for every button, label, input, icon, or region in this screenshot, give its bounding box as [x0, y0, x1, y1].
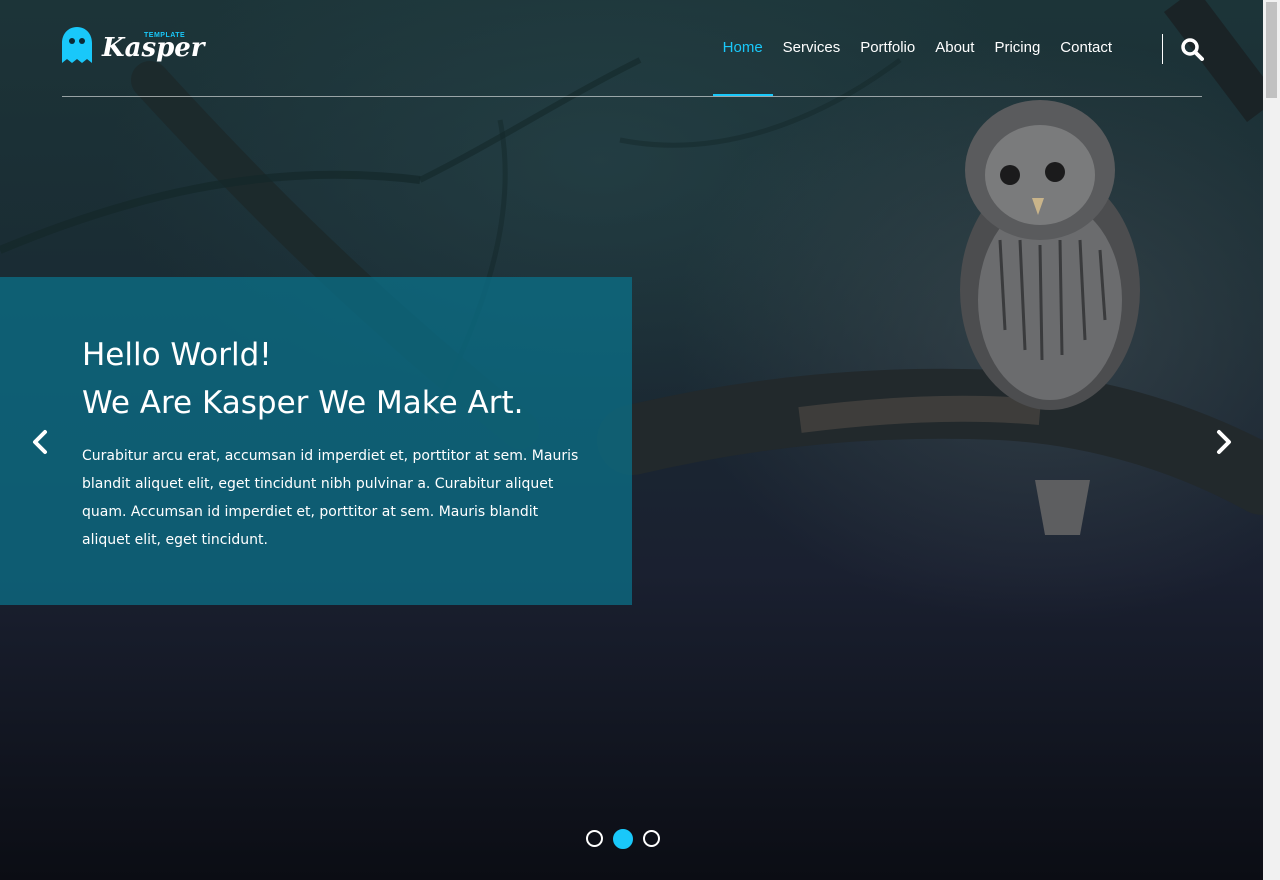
slide-bullet-1[interactable]: [586, 830, 603, 847]
logo[interactable]: TEMPLATE Kasper: [62, 27, 205, 67]
hero-title-line-2: We Are Kasper We Make Art.: [82, 385, 524, 421]
site-header: TEMPLATE Kasper Home Services Portfolio …: [62, 0, 1204, 97]
ghost-icon: [62, 27, 92, 63]
nav-portfolio[interactable]: Portfolio: [850, 38, 925, 96]
owl: [960, 100, 1140, 535]
nav-about[interactable]: About: [925, 38, 984, 96]
main-nav: Home Services Portfolio About Pricing Co…: [712, 38, 1122, 96]
hero-title: Hello World! We Are Kasper We Make Art.: [82, 331, 622, 427]
nav-contact[interactable]: Contact: [1050, 38, 1122, 96]
slide-bullet-2[interactable]: [613, 829, 633, 849]
nav-pricing[interactable]: Pricing: [984, 38, 1050, 96]
hero-text-box: Hello World! We Are Kasper We Make Art. …: [0, 277, 632, 605]
header-rule: [62, 96, 1202, 97]
hero-description: Curabitur arcu erat, accumsan id imperdi…: [82, 448, 579, 548]
nav-divider: [1162, 34, 1163, 64]
search-icon[interactable]: [1180, 37, 1204, 61]
hero-title-line-1: Hello World!: [82, 337, 272, 373]
page-scrollbar[interactable]: [1263, 0, 1280, 880]
chevron-left-icon[interactable]: [28, 428, 52, 456]
hero-background: TEMPLATE Kasper Home Services Portfolio …: [0, 0, 1263, 880]
slide-bullet-3[interactable]: [643, 830, 660, 847]
scrollbar-thumb[interactable]: [1266, 2, 1277, 98]
slider-bullets: [586, 829, 660, 849]
logo-wordmark: Kasper: [102, 33, 205, 63]
nav-services[interactable]: Services: [773, 38, 851, 96]
nav-home[interactable]: Home: [712, 38, 773, 96]
chevron-right-icon[interactable]: [1212, 428, 1236, 456]
